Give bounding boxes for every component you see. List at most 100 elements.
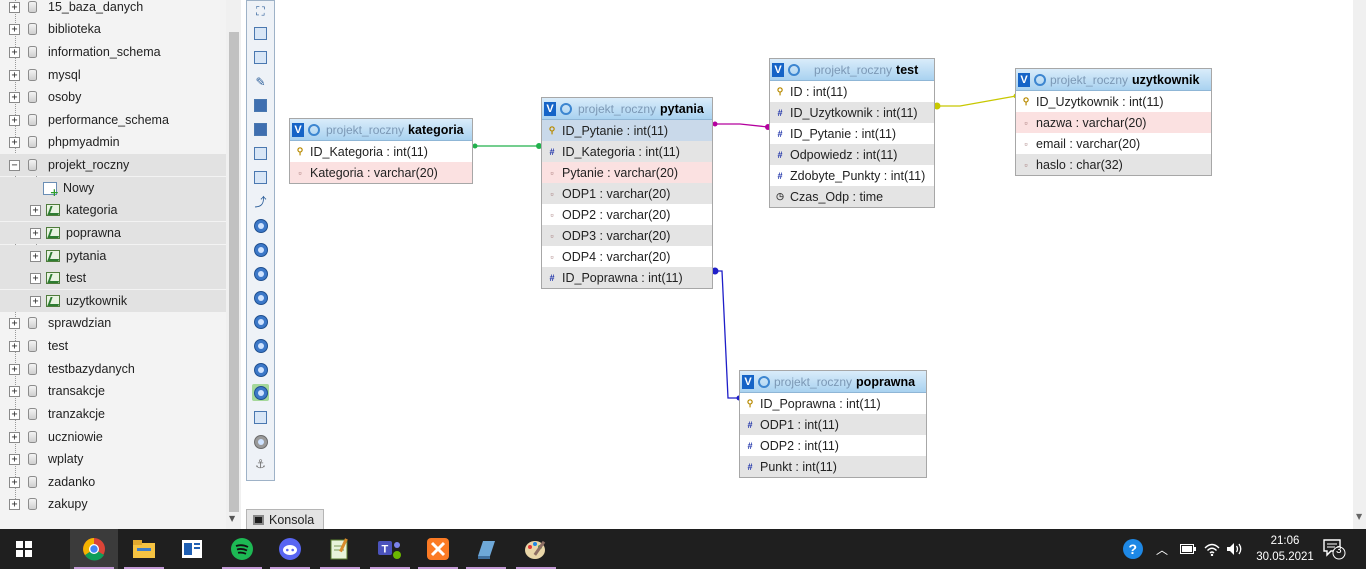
column-row[interactable]: # ID_Poprawna : int(11) [542, 267, 712, 288]
column-row[interactable]: ⚲ ID : int(11) [770, 81, 934, 102]
key-icon: ⚲ [296, 146, 304, 156]
column-row[interactable]: # ODP1 : int(11) [740, 414, 926, 435]
paint-icon [525, 540, 546, 559]
text-column-icon: ▫ [1024, 117, 1028, 128]
number-column-icon: # [747, 419, 753, 430]
table-header[interactable]: V projekt_roczny test [770, 59, 934, 81]
taskbar-news[interactable] [168, 529, 216, 569]
show-hidden-icons-button[interactable]: ︿ [1156, 529, 1168, 569]
text-column-icon: ▫ [298, 167, 302, 178]
notification-center-button[interactable]: 3 [1322, 538, 1346, 560]
taskbar-teams[interactable]: T [366, 529, 414, 569]
designer-table-test[interactable]: V projekt_roczny test ⚲ ID : int(11) # ID_… [769, 58, 935, 208]
column-row[interactable]: ▫ ODP2 : varchar(20) [542, 204, 712, 225]
column-row[interactable]: # Punkt : int(11) [740, 456, 926, 477]
relation-test-uzytkownik[interactable] [933, 93, 1019, 110]
volume-icon [1227, 543, 1242, 555]
volume-button[interactable] [1226, 529, 1244, 569]
column-row[interactable]: ⚲ ID_Poprawna : int(11) [740, 393, 926, 414]
designer-table-pytania[interactable]: V projekt_roczny pytania ⚲ ID_Pytanie : i… [541, 97, 713, 289]
windows-taskbar: T ? ︿ 21:06 30.05.2021 3 [0, 529, 1366, 569]
number-column-icon: # [777, 149, 783, 160]
number-column-icon: # [747, 440, 753, 451]
column-row[interactable]: # ID_Kategoria : int(11) [542, 141, 712, 162]
battery-button[interactable] [1180, 529, 1196, 569]
console-icon [253, 514, 264, 525]
gear-icon[interactable] [758, 375, 770, 388]
number-column-icon: # [549, 272, 555, 283]
column-row[interactable]: # ID_Uzytkownik : int(11) [770, 102, 934, 123]
column-row[interactable]: ▫ nazwa : varchar(20) [1016, 112, 1211, 133]
file-explorer-icon [133, 540, 155, 558]
taskbar-app[interactable] [462, 529, 510, 569]
start-button[interactable] [0, 529, 48, 569]
gear-icon[interactable] [788, 63, 800, 76]
battery-icon [1180, 544, 1196, 554]
toggle-columns-button[interactable]: V [742, 374, 754, 389]
gear-icon[interactable] [308, 123, 320, 136]
news-icon [182, 540, 202, 558]
xampp-icon [427, 538, 449, 560]
key-icon: ⚲ [776, 86, 784, 96]
column-row[interactable]: # ID_Pytanie : int(11) [770, 123, 934, 144]
column-row[interactable]: ▫ ODP3 : varchar(20) [542, 225, 712, 246]
number-column-icon: # [549, 146, 555, 157]
relation-pytania-poprawna[interactable] [711, 267, 742, 401]
column-row[interactable]: ⚲ ID_Kategoria : int(11) [290, 141, 472, 162]
time-column-icon: ◷ [776, 191, 784, 201]
column-row[interactable]: ▫ Kategoria : varchar(20) [290, 162, 472, 183]
taskbar-discord[interactable] [266, 529, 314, 569]
start-icon [16, 541, 32, 557]
taskbar-clock[interactable]: 21:06 30.05.2021 [1246, 533, 1324, 565]
discord-icon [279, 538, 301, 560]
wifi-button[interactable] [1204, 529, 1220, 569]
chevron-up-icon: ︿ [1156, 542, 1169, 557]
column-row[interactable]: # ODP2 : int(11) [740, 435, 926, 456]
column-row[interactable]: ▫ haslo : char(32) [1016, 154, 1211, 175]
key-icon: ⚲ [1022, 96, 1030, 106]
text-column-icon: ▫ [550, 209, 554, 220]
taskbar-spotify[interactable] [218, 529, 266, 569]
table-header[interactable]: V projekt_roczny kategoria [290, 119, 472, 141]
number-column-icon: # [747, 461, 753, 472]
help-tray-button[interactable]: ? [1122, 529, 1144, 569]
gear-icon[interactable] [560, 102, 572, 115]
column-row[interactable]: ▫ Pytanie : varchar(20) [542, 162, 712, 183]
taskbar-notepad[interactable] [316, 529, 364, 569]
column-row[interactable]: ▫ ODP1 : varchar(20) [542, 183, 712, 204]
designer-table-poprawna[interactable]: V projekt_roczny poprawna ⚲ ID_Poprawna :… [739, 370, 927, 478]
relation-kategoria-pytania[interactable] [472, 143, 543, 149]
clock-date: 30.05.2021 [1256, 551, 1314, 563]
column-row[interactable]: # Zdobyte_Punkty : int(11) [770, 165, 934, 186]
relation-pytania-test[interactable] [712, 121, 772, 131]
column-row[interactable]: ⚲ ID_Pytanie : int(11) [542, 120, 712, 141]
column-row[interactable]: # Odpowiedz : int(11) [770, 144, 934, 165]
column-row[interactable]: ⚲ ID_Uzytkownik : int(11) [1016, 91, 1211, 112]
notification-icon [1323, 539, 1346, 560]
column-row[interactable]: ▫ email : varchar(20) [1016, 133, 1211, 154]
toggle-columns-button[interactable]: V [772, 62, 784, 77]
taskbar-file-explorer[interactable] [120, 529, 168, 569]
designer-table-uzytkownik[interactable]: V projekt_roczny uzytkownik ⚲ ID_Uzytkown… [1015, 68, 1212, 176]
console-tab[interactable]: Konsola [246, 509, 324, 529]
table-header[interactable]: V projekt_roczny uzytkownik [1016, 69, 1211, 91]
table-header[interactable]: V projekt_roczny poprawna [740, 371, 926, 393]
toggle-columns-button[interactable]: V [292, 122, 304, 137]
spotify-icon [231, 538, 253, 560]
taskbar-chrome[interactable] [70, 529, 118, 569]
gear-icon[interactable] [1034, 73, 1046, 86]
text-column-icon: ▫ [550, 167, 554, 178]
help-icon: ? [1123, 539, 1143, 559]
scroll-down-icon[interactable]: ▼ [1356, 512, 1362, 521]
column-row[interactable]: ▫ ODP4 : varchar(20) [542, 246, 712, 267]
designer-table-kategoria[interactable]: V projekt_roczny kategoria ⚲ ID_Kategoria… [289, 118, 473, 184]
taskbar-paint[interactable] [512, 529, 560, 569]
table-header[interactable]: V projekt_roczny pytania [542, 98, 712, 120]
svg-text:?: ? [1129, 541, 1138, 557]
toggle-columns-button[interactable]: V [544, 101, 556, 116]
column-row[interactable]: ◷ Czas_Odp : time [770, 186, 934, 207]
chrome-icon [83, 538, 105, 561]
taskbar-xampp[interactable] [414, 529, 462, 569]
toggle-columns-button[interactable]: V [1018, 72, 1030, 87]
page-scrollbar[interactable]: ▼ [1353, 0, 1366, 529]
